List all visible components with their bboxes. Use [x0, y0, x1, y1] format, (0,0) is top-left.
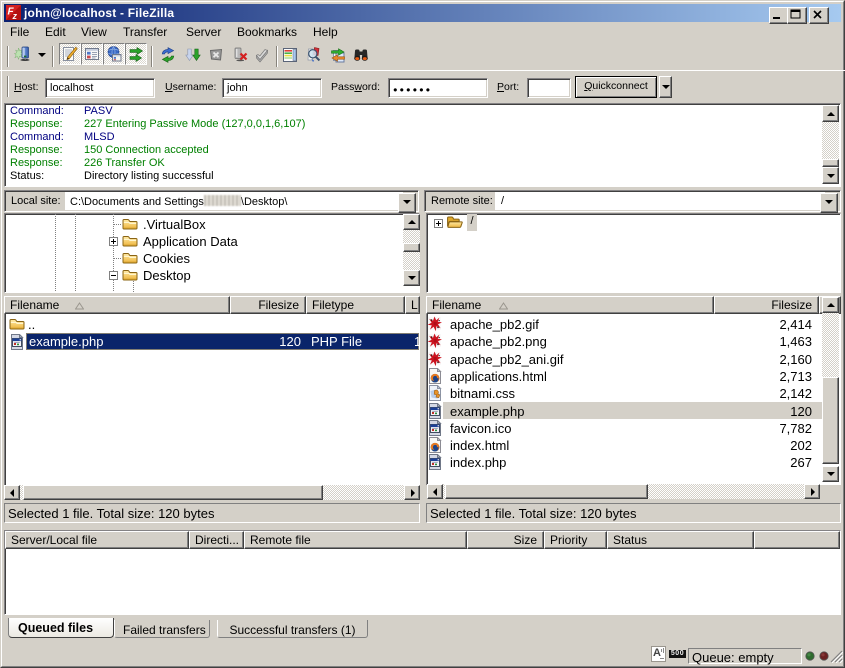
svg-text:z: z — [12, 11, 18, 21]
